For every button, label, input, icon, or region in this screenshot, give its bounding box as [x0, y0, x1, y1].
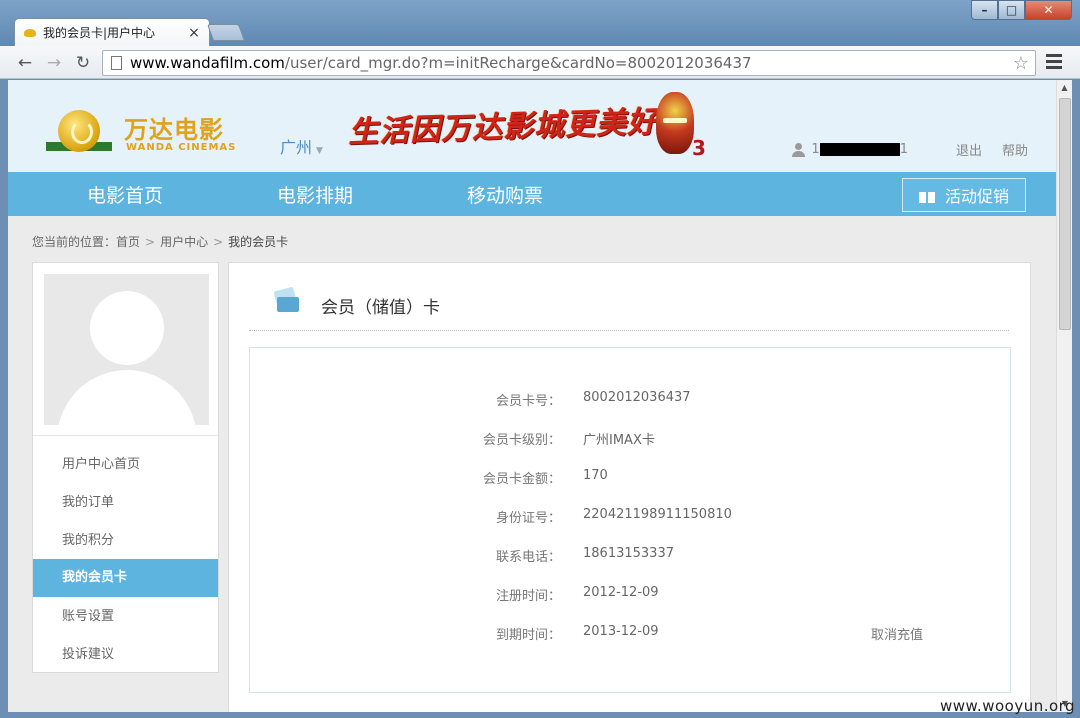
info-row-expire-date: 到期时间： 2013-12-09 取消充值: [250, 624, 1012, 644]
site-header: 万达电影 WANDA CINEMAS 广州 ▼ 生活因万达影城更美好 3 11 退…: [8, 80, 1056, 172]
tab-close-icon[interactable]: ×: [187, 25, 201, 41]
address-bar[interactable]: www.wandafilm.com/user/card_mgr.do?m=ini…: [102, 50, 1036, 76]
window-controls: – □ ✕: [971, 0, 1072, 20]
browser-toolbar: ← → ↻ www.wandafilm.com/user/card_mgr.do…: [0, 46, 1080, 79]
nav-item-schedule[interactable]: 电影排期: [277, 181, 353, 208]
sidebar-item-account-settings[interactable]: 账号设置: [33, 598, 218, 636]
helmet-eyes: [663, 118, 687, 123]
browser-tab[interactable]: 我的会员卡|用户中心 ×: [14, 18, 210, 46]
promo-button[interactable]: 活动促销: [902, 178, 1026, 212]
info-label: 注册时间：: [495, 589, 561, 604]
user-area: 11 退出 帮助: [791, 140, 1028, 159]
breadcrumb-separator: >: [213, 235, 224, 249]
info-value: 170: [583, 468, 608, 483]
info-row-register-date: 注册时间： 2012-12-09: [250, 585, 1012, 605]
sidebar-divider: [33, 435, 218, 436]
avatar-body: [57, 370, 197, 425]
breadcrumb-home[interactable]: 首页: [116, 235, 140, 249]
iron-man-banner-image: 3: [654, 92, 706, 162]
bookmark-star-icon[interactable]: ☆: [1013, 53, 1029, 74]
title-divider: [249, 330, 1009, 331]
avatar: [44, 274, 209, 425]
user-name[interactable]: 11: [811, 142, 908, 157]
scrollbar-thumb[interactable]: [1059, 98, 1071, 330]
info-value: 8002012036437: [583, 390, 691, 405]
info-label: 会员卡级别：: [482, 433, 561, 448]
wanda-logo[interactable]: 万达电影 WANDA CINEMAS: [40, 104, 240, 160]
info-label: 到期时间：: [495, 628, 561, 643]
avatar-head: [90, 291, 164, 365]
card-icon: [273, 286, 301, 313]
vertical-scrollbar[interactable]: ▲ ▼: [1056, 80, 1072, 712]
info-row-card-balance: 会员卡金额： 170: [250, 468, 1012, 488]
logo-emblem-icon: [58, 110, 100, 152]
logout-link[interactable]: 退出: [956, 140, 982, 159]
nav-item-mobile[interactable]: 移动购票: [467, 181, 543, 208]
sidebar-item-member-card[interactable]: 我的会员卡: [33, 559, 218, 597]
forward-button[interactable]: →: [43, 52, 65, 74]
close-window-button[interactable]: ✕: [1025, 0, 1072, 20]
breadcrumb-prefix: 您当前的位置：: [32, 235, 117, 249]
promo-label: 活动促销: [944, 187, 1009, 206]
main-nav: 电影首页 电影排期 移动购票 活动促销: [8, 172, 1056, 216]
breadcrumb-user-center[interactable]: 用户中心: [160, 235, 208, 249]
info-value: 广州IMAX卡: [583, 433, 655, 448]
info-label: 会员卡金额：: [482, 472, 561, 487]
city-name: 广州: [280, 138, 313, 157]
info-value: 18613153337: [583, 546, 674, 561]
minimize-button[interactable]: –: [971, 0, 998, 20]
sidebar-item-points[interactable]: 我的积分: [33, 522, 218, 560]
user-name-prefix: 1: [811, 142, 820, 157]
url-text[interactable]: www.wandafilm.com/user/card_mgr.do?m=ini…: [130, 54, 752, 72]
info-row-id-number: 身份证号： 220421198911150810: [250, 507, 1012, 527]
card-info-box: 会员卡号： 8002012036437 会员卡级别： 广州IMAX卡 会员卡金额…: [249, 347, 1011, 693]
info-label: 会员卡号：: [495, 394, 561, 409]
url-path: /user/card_mgr.do?m=initRecharge&cardNo=…: [284, 54, 752, 72]
chevron-down-icon: ▼: [316, 146, 323, 156]
tab-title: 我的会员卡|用户中心: [43, 26, 156, 40]
logo-text-cn: 万达电影: [124, 116, 224, 144]
banner-number: 3: [692, 136, 706, 160]
info-row-phone: 联系电话： 18613153337: [250, 546, 1012, 566]
url-host: www.wandafilm.com: [130, 54, 285, 72]
sidebar-item-user-home[interactable]: 用户中心首页: [33, 446, 218, 484]
wanda-favicon-icon: [23, 27, 37, 39]
info-label: 身份证号：: [495, 511, 561, 526]
sidebar-item-orders[interactable]: 我的订单: [33, 484, 218, 522]
help-link[interactable]: 帮助: [1002, 140, 1028, 159]
banner-slogan: 生活因万达影城更美好: [347, 104, 659, 151]
info-value: 220421198911150810: [583, 507, 732, 522]
breadcrumb: 您当前的位置：首页 > 用户中心 > 我的会员卡: [32, 233, 288, 250]
watermark: www.wooyun.org: [940, 697, 1076, 715]
city-selector[interactable]: 广州 ▼: [280, 134, 323, 158]
info-row-card-no: 会员卡号： 8002012036437: [250, 390, 1012, 410]
cancel-recharge-link[interactable]: 取消充值: [871, 624, 923, 643]
content-panel: 会员（储值）卡 会员卡号： 8002012036437 会员卡级别： 广州IMA…: [228, 262, 1031, 712]
info-value: 2012-12-09: [583, 585, 659, 600]
breadcrumb-separator: >: [145, 235, 156, 249]
reload-button[interactable]: ↻: [72, 52, 94, 74]
user-name-suffix: 1: [899, 142, 908, 157]
logo-text-en: WANDA CINEMAS: [126, 142, 237, 153]
info-row-card-level: 会员卡级别： 广州IMAX卡: [250, 429, 1012, 449]
redacted-block: [819, 143, 900, 156]
user-icon: [791, 142, 806, 157]
info-label: 联系电话：: [495, 550, 561, 565]
sidebar: 用户中心首页 我的订单 我的积分 我的会员卡 账号设置 投诉建议: [32, 262, 219, 673]
scroll-up-arrow-icon[interactable]: ▲: [1057, 80, 1072, 96]
page-title: 会员（储值）卡: [321, 298, 440, 318]
new-tab-button[interactable]: [206, 24, 246, 41]
breadcrumb-current: 我的会员卡: [228, 235, 289, 249]
gift-icon: [918, 187, 935, 203]
page-viewport: 万达电影 WANDA CINEMAS 广州 ▼ 生活因万达影城更美好 3 11 退…: [8, 80, 1056, 712]
maximize-button[interactable]: □: [998, 0, 1025, 20]
page-icon: [111, 56, 122, 70]
info-value: 2013-12-09: [583, 624, 659, 639]
browser-titlebar: 我的会员卡|用户中心 × – □ ✕: [0, 0, 1080, 46]
browser-menu-icon[interactable]: [1046, 54, 1062, 72]
sidebar-item-complaints[interactable]: 投诉建议: [33, 636, 218, 674]
iron-man-helmet-icon: [656, 92, 694, 154]
back-button[interactable]: ←: [14, 52, 36, 74]
nav-item-home[interactable]: 电影首页: [87, 181, 163, 208]
